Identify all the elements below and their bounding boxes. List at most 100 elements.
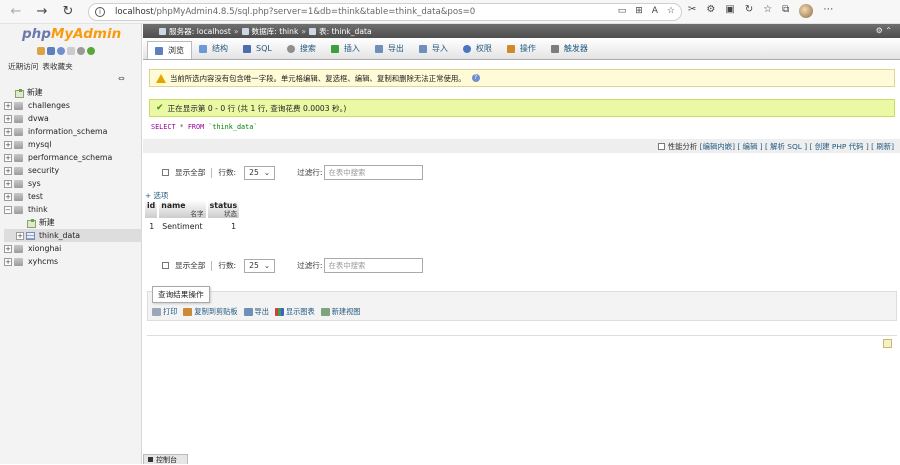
expand-icon[interactable]: + bbox=[4, 140, 12, 149]
tree-db-mysql[interactable]: + mysql bbox=[4, 138, 142, 151]
expand-icon[interactable]: + bbox=[4, 153, 12, 162]
expand-icon[interactable]: + bbox=[16, 231, 24, 240]
reload-icon[interactable] bbox=[87, 47, 95, 55]
explain-sql-link[interactable]: [ 解析 SQL ] bbox=[765, 141, 807, 152]
tree-db-security[interactable]: + security bbox=[4, 164, 142, 177]
tab-export[interactable]: 导出 bbox=[368, 38, 412, 59]
docs-icon[interactable] bbox=[67, 47, 75, 55]
settings-gear-icon[interactable]: ⚙ bbox=[706, 4, 715, 18]
collections-icon[interactable]: ⧉ bbox=[782, 4, 789, 18]
link-icon[interactable]: ⇔ bbox=[118, 74, 125, 83]
show-all-checkbox[interactable] bbox=[162, 262, 169, 269]
settings-gear-icon[interactable]: ⚙ ⌃ bbox=[876, 26, 892, 35]
expand-icon[interactable]: + bbox=[4, 114, 12, 123]
tab-privileges[interactable]: 权限 bbox=[456, 38, 500, 59]
print-link[interactable]: 打印 bbox=[152, 307, 177, 317]
expand-icon[interactable]: + bbox=[4, 101, 12, 110]
tree-new-db[interactable]: 新建 bbox=[4, 86, 142, 99]
site-info-icon[interactable]: i bbox=[95, 7, 105, 17]
breadcrumb-database[interactable]: 数据库: think bbox=[252, 26, 299, 37]
favorites-icon[interactable]: ☆ bbox=[763, 4, 772, 18]
collapse-icon[interactable]: − bbox=[4, 205, 12, 214]
tab-import[interactable]: 导入 bbox=[412, 38, 456, 59]
export-link[interactable]: 导出 bbox=[243, 307, 269, 317]
more-menu-icon[interactable]: ⋯ bbox=[823, 4, 833, 18]
column-header-name[interactable]: name 名字 bbox=[158, 200, 208, 218]
expand-icon[interactable]: + bbox=[4, 127, 12, 136]
inline-edit-link[interactable]: [编辑内嵌] bbox=[700, 141, 735, 152]
expand-icon[interactable]: + bbox=[4, 179, 12, 188]
tab-browse[interactable]: 浏览 bbox=[147, 41, 192, 59]
edit-link[interactable]: [ 编辑 ] bbox=[737, 141, 762, 152]
recent-tab[interactable]: 近期访问 bbox=[8, 61, 38, 72]
home-icon[interactable] bbox=[37, 47, 45, 55]
search-icon bbox=[286, 44, 295, 53]
tree-db-test[interactable]: + test bbox=[4, 190, 142, 203]
copy-clipboard-link[interactable]: 复制到剪贴板 bbox=[183, 307, 238, 317]
tab-insert[interactable]: 插入 bbox=[324, 38, 368, 59]
help-icon[interactable] bbox=[57, 47, 65, 55]
profile-avatar[interactable] bbox=[799, 4, 814, 18]
expand-icon[interactable]: + bbox=[4, 166, 12, 175]
cell-id[interactable]: 1 bbox=[145, 218, 158, 233]
divider bbox=[147, 335, 897, 336]
refresh-icon[interactable]: ↻ bbox=[58, 2, 78, 22]
expand-icon[interactable]: + bbox=[4, 244, 12, 253]
cell-name[interactable]: Sentiment bbox=[158, 218, 206, 233]
new-table-icon bbox=[26, 218, 36, 228]
tree-db-dvwa[interactable]: + dvwa bbox=[4, 112, 142, 125]
database-tree: 新建 + challenges + dvwa + information_sch… bbox=[4, 86, 142, 268]
create-view-link[interactable]: 新建视图 bbox=[320, 307, 360, 317]
forward-icon[interactable]: → bbox=[32, 2, 52, 22]
tree-db-xionghai[interactable]: + xionghai bbox=[4, 242, 142, 255]
expand-icon[interactable]: + bbox=[4, 192, 12, 201]
tree-db-information-schema[interactable]: + information_schema bbox=[4, 125, 142, 138]
logout-icon[interactable] bbox=[47, 47, 55, 55]
tree-db-think[interactable]: − think bbox=[4, 203, 142, 216]
console-tab[interactable]: 控制台 bbox=[143, 454, 188, 464]
tab-search[interactable]: 搜索 bbox=[280, 38, 324, 59]
query-results-operations: 查询结果操作 打印 复制到剪贴板 导出 显示图表 新建视图 bbox=[147, 286, 897, 321]
tree-table-think-data[interactable]: + think_data bbox=[4, 229, 142, 242]
create-php-code-link[interactable]: [ 创建 PHP 代码 ] bbox=[810, 141, 869, 152]
tab-operations[interactable]: 操作 bbox=[500, 38, 544, 59]
tree-new-table[interactable]: 新建 bbox=[4, 216, 142, 229]
tab-sql[interactable]: SQL bbox=[236, 38, 280, 59]
phpmyadmin-logo[interactable]: phpMyAdmin bbox=[22, 26, 121, 42]
favorites-tab[interactable]: 表收藏夹 bbox=[42, 61, 72, 72]
tab-structure[interactable]: 结构 bbox=[192, 38, 236, 59]
cell-status[interactable]: 1 bbox=[207, 218, 241, 233]
app-icon[interactable]: ⊞ bbox=[635, 6, 643, 16]
back-icon[interactable]: ← bbox=[6, 2, 26, 22]
breadcrumb-server[interactable]: 服务器: localhost bbox=[169, 26, 231, 37]
refresh-page-icon[interactable]: ↻ bbox=[745, 4, 753, 18]
tree-db-xyhcms[interactable]: + xyhcms bbox=[4, 255, 142, 268]
reader-icon[interactable]: ▭ bbox=[618, 6, 627, 16]
sql-query-display[interactable]: SELECT * FROM `think_data` bbox=[151, 123, 257, 131]
column-header-status[interactable]: status 状态 bbox=[206, 200, 242, 218]
tree-db-performance-schema[interactable]: + performance_schema bbox=[4, 151, 142, 164]
expand-icon[interactable]: + bbox=[4, 257, 12, 266]
show-all-checkbox[interactable] bbox=[162, 169, 169, 176]
favorite-star-icon[interactable]: ☆ bbox=[667, 6, 675, 16]
breadcrumb-table[interactable]: 表: think_data bbox=[319, 26, 372, 37]
refresh-link[interactable]: [ 刷新] bbox=[871, 141, 894, 152]
column-header-id[interactable]: id bbox=[145, 200, 160, 218]
help-icon[interactable]: ? bbox=[471, 74, 480, 82]
extension-icon[interactable]: ✂ bbox=[688, 4, 696, 18]
address-bar[interactable]: i localhost/phpMyAdmin4.8.5/sql.php?serv… bbox=[88, 3, 682, 21]
tab-icon[interactable]: ▣ bbox=[725, 4, 734, 18]
rows-select[interactable]: 25 ⌄ bbox=[244, 165, 276, 180]
filter-input[interactable]: 在表中搜索 bbox=[324, 165, 424, 180]
filter-input[interactable]: 在表中搜索 bbox=[324, 258, 424, 273]
gear-icon[interactable] bbox=[77, 47, 85, 55]
profiling-checkbox[interactable] bbox=[657, 142, 665, 150]
rows-select[interactable]: 25 ⌄ bbox=[244, 258, 276, 273]
tree-db-challenges[interactable]: + challenges bbox=[4, 99, 142, 112]
tab-triggers[interactable]: 触发器 bbox=[544, 38, 596, 59]
bookmark-icon[interactable] bbox=[883, 339, 892, 348]
breadcrumb: 服务器: localhost » 数据库: think » 表: think_d… bbox=[143, 24, 900, 38]
display-chart-link[interactable]: 显示图表 bbox=[274, 307, 315, 317]
read-aloud-icon[interactable]: A bbox=[652, 6, 658, 16]
tree-db-sys[interactable]: + sys bbox=[4, 177, 142, 190]
